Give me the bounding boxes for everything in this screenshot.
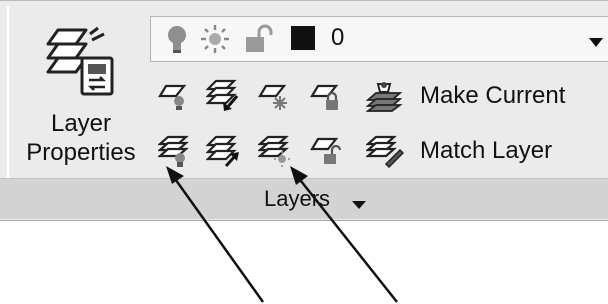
annotation-arrow: [166, 166, 265, 303]
annotation-arrow: [290, 166, 398, 303]
annotation-arrows: [166, 166, 398, 303]
